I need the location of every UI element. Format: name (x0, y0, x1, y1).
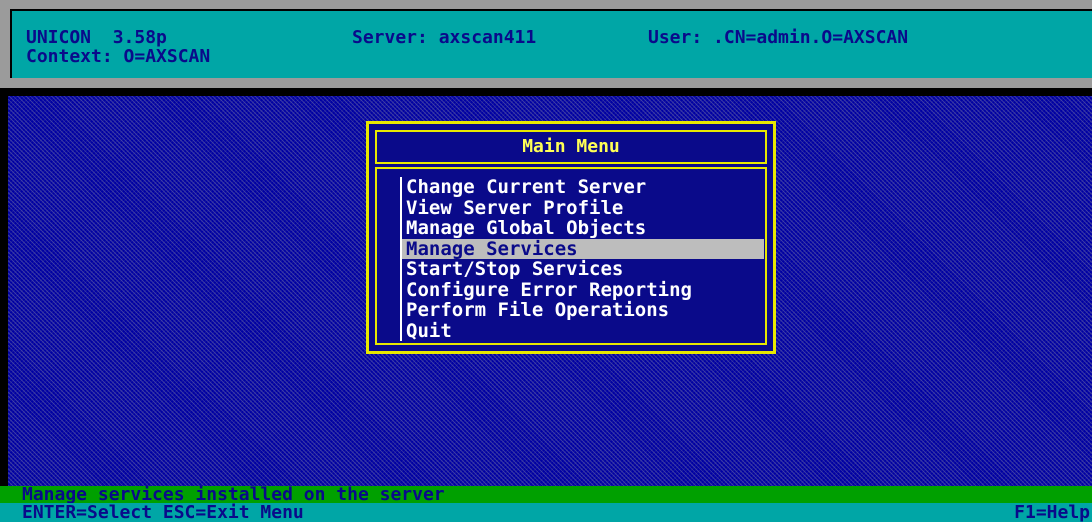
header-bar: UNICON 3.58p Context: O=AXSCAN Server: a… (0, 0, 1092, 88)
context-label: Context: O=AXSCAN (26, 46, 211, 67)
menu-title-frame: Main Menu (375, 130, 767, 164)
help-key[interactable]: F1=Help (1014, 503, 1090, 522)
menu-item-start-stop-services[interactable]: Start/Stop Services (402, 259, 764, 280)
header-panel (10, 9, 1092, 78)
menu-item-perform-file-operations[interactable]: Perform File Operations (402, 300, 764, 321)
menu-item-manage-global-objects[interactable]: Manage Global Objects (402, 218, 764, 239)
status-message: Manage services installed on the server (0, 486, 1092, 504)
menu-list-frame: Change Current Server View Server Profile… (375, 167, 767, 345)
terminal-screen: UNICON 3.58p Context: O=AXSCAN Server: a… (0, 0, 1092, 522)
main-menu-dialog: Main Menu Change Current Server View Serv… (366, 121, 776, 354)
menu-list: Change Current Server View Server Profile… (400, 177, 764, 341)
app-version: UNICON 3.58p (26, 27, 167, 48)
menu-item-view-server-profile[interactable]: View Server Profile (402, 198, 764, 219)
menu-item-change-current-server[interactable]: Change Current Server (402, 177, 764, 198)
menu-item-configure-error-reporting[interactable]: Configure Error Reporting (402, 280, 764, 301)
server-label: Server: axscan411 (352, 27, 537, 48)
key-help-bar: ENTER=Select ESC=Exit Menu F1=Help (0, 503, 1092, 522)
key-shortcuts: ENTER=Select ESC=Exit Menu (22, 502, 304, 522)
menu-title: Main Menu (522, 136, 620, 157)
user-label: User: .CN=admin.O=AXSCAN (648, 27, 909, 48)
menu-item-quit[interactable]: Quit (402, 321, 764, 342)
menu-item-manage-services[interactable]: Manage Services (402, 238, 764, 259)
